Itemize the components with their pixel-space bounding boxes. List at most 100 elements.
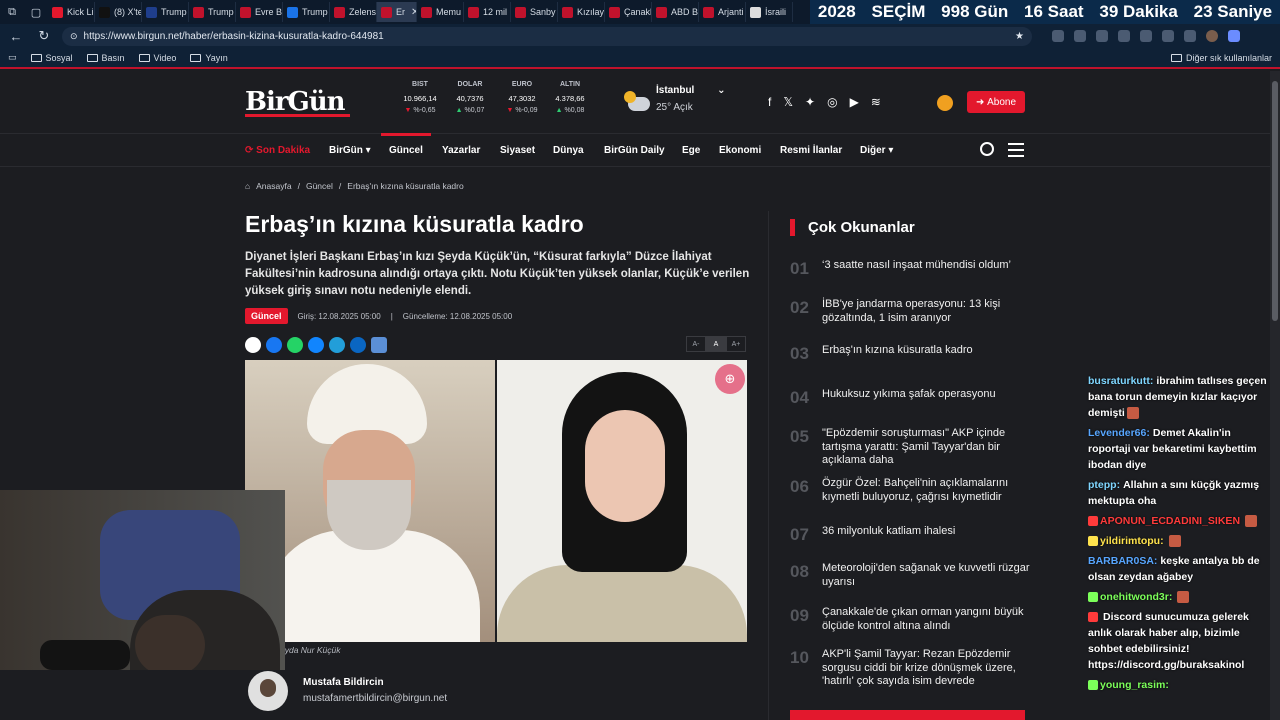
nav-diger[interactable]: Diğer ▾	[860, 145, 893, 156]
browser-tab[interactable]: Zelens	[330, 2, 377, 22]
tab-actions-icon[interactable]: ▢	[24, 0, 48, 24]
chat-username[interactable]: Levender66:	[1088, 427, 1150, 439]
breadcrumb-home[interactable]: Anasayfa	[256, 181, 291, 191]
font-normal-button[interactable]: A	[706, 336, 726, 352]
most-read-item[interactable]: 10 AKP'li Şamil Tayyar: Rezan Epözdemir s…	[790, 648, 1030, 689]
share-linkedin-icon[interactable]	[350, 337, 366, 353]
extension-icon[interactable]	[1052, 30, 1064, 42]
most-read-headline[interactable]: Özgür Özel: Bahçeli'nin açıklamalarını k…	[822, 477, 1030, 504]
extension-icon[interactable]	[1074, 30, 1086, 42]
author-email[interactable]: mustafamertbildircin@birgun.net	[303, 693, 447, 704]
site-info-icon[interactable]: ⊙	[70, 31, 78, 42]
most-read-headline[interactable]: 36 milyonluk katliam ihalesi	[822, 525, 955, 539]
browser-tab[interactable]: Çanakk	[605, 2, 652, 22]
nav-birgun-daily[interactable]: BirGün Daily	[604, 145, 665, 156]
font-decrease-button[interactable]: A-	[686, 336, 706, 352]
browser-tab[interactable]: Kick Li	[48, 2, 95, 22]
bookmark-folder-video[interactable]: Video	[138, 53, 176, 63]
browser-tab[interactable]: Trump	[142, 2, 189, 22]
most-read-item[interactable]: 09 Çanakkale'de çıkan orman yangını büyük…	[790, 606, 1030, 633]
browser-tab[interactable]: Er✕	[377, 2, 417, 22]
extension-icon[interactable]	[1118, 30, 1130, 42]
market-ticker-altin[interactable]: ALTIN 4.378,66 ▲ %0,08	[545, 81, 595, 114]
nav-ekonomi[interactable]: Ekonomi	[719, 145, 761, 156]
nav-birgun[interactable]: BirGün ▾	[329, 145, 371, 156]
author-avatar[interactable]	[248, 671, 288, 711]
bluesky-icon[interactable]: ✦	[805, 95, 815, 109]
browser-tab[interactable]: Trump	[189, 2, 236, 22]
font-increase-button[interactable]: A+	[726, 336, 746, 352]
back-icon[interactable]: ←	[6, 26, 26, 46]
browser-tab[interactable]: (8) X'te	[95, 2, 142, 22]
bookmark-folder-basin[interactable]: Basın	[86, 53, 125, 63]
nav-dunya[interactable]: Dünya	[553, 145, 584, 156]
market-ticker-bist[interactable]: BIST 10.966,14 ▼ %-0,65	[395, 81, 445, 114]
copilot-icon[interactable]	[1228, 30, 1240, 42]
most-read-headline[interactable]: AKP'li Şamil Tayyar: Rezan Epözdemir sor…	[822, 648, 1030, 689]
browser-tab[interactable]: ABD B	[652, 2, 699, 22]
site-logo[interactable]: BirGün	[245, 87, 350, 117]
most-read-item[interactable]: 03 Erbaş'ın kızına küsuratla kadro	[790, 344, 1030, 364]
chat-username[interactable]: young_rasim:	[1100, 679, 1169, 691]
rss-icon[interactable]: ≋	[871, 95, 881, 109]
most-read-headline[interactable]: ‘3 saatte nasıl inşaat mühendisi oldum’	[822, 259, 1011, 273]
share-news-icon[interactable]	[371, 337, 387, 353]
facebook-icon[interactable]: f	[768, 95, 771, 109]
nav-siyaset[interactable]: Siyaset	[500, 145, 535, 156]
other-bookmarks[interactable]: Diğer sık kullanılanlar	[1170, 53, 1272, 63]
nav-guncel[interactable]: Güncel	[381, 133, 431, 156]
author-name[interactable]: Mustafa Bildircin	[303, 677, 384, 688]
page-scrollbar[interactable]	[1270, 71, 1280, 720]
browser-tab[interactable]: İsraili	[746, 2, 793, 22]
nav-yazarlar[interactable]: Yazarlar	[442, 145, 480, 156]
most-read-item[interactable]: 01 ‘3 saatte nasıl inşaat mühendisi oldum…	[790, 259, 1030, 279]
extension-icon[interactable]	[1162, 30, 1174, 42]
browser-tab[interactable]: Arjanti	[699, 2, 746, 22]
chat-username[interactable]: BARBAR0SA:	[1088, 555, 1157, 567]
most-read-headline[interactable]: Erbaş'ın kızına küsuratla kadro	[822, 344, 973, 358]
instagram-icon[interactable]: ◎	[827, 95, 837, 109]
bookmark-menu-icon[interactable]: ▭	[8, 52, 17, 63]
profile-avatar[interactable]	[1206, 30, 1218, 42]
share-facebook-icon[interactable]	[266, 337, 282, 353]
chat-username[interactable]: onehitwond3r:	[1100, 591, 1172, 603]
favorites-icon[interactable]	[1184, 30, 1196, 42]
bookmark-folder-yayin[interactable]: Yayın	[190, 53, 228, 63]
most-read-headline[interactable]: Hukuksuz yıkıma şafak operasyonu	[822, 388, 996, 402]
most-read-item[interactable]: 08 Meteoroloji'den sağanak ve kuvvetli rü…	[790, 562, 1030, 589]
most-read-item[interactable]: 07 36 milyonluk katliam ihalesi	[790, 525, 1030, 545]
weather-widget[interactable]: İstanbul ⌄ 25° Açık	[624, 85, 726, 113]
browser-tab[interactable]: 12 mil	[464, 2, 511, 22]
chat-username[interactable]: APONUN_ECDADINI_SIKEN	[1100, 515, 1240, 527]
extension-icon[interactable]	[1096, 30, 1108, 42]
browser-menu-icon[interactable]: ⧉	[0, 0, 24, 24]
browser-tab[interactable]: Memu	[417, 2, 464, 22]
chevron-down-icon[interactable]: ⌄	[717, 85, 725, 96]
theme-toggle-icon[interactable]	[937, 95, 953, 111]
most-read-headline[interactable]: Çanakkale'de çıkan orman yangını büyük ö…	[822, 606, 1030, 633]
breadcrumb-category[interactable]: Güncel	[306, 181, 333, 191]
chat-username[interactable]: ptepp:	[1088, 479, 1120, 491]
hamburger-menu-icon[interactable]	[1008, 143, 1024, 161]
share-bluesky-icon[interactable]	[308, 337, 324, 353]
category-badge[interactable]: Güncel	[245, 308, 288, 324]
reload-icon[interactable]: ↻	[34, 26, 54, 46]
favorite-star-icon[interactable]: ★	[1015, 31, 1024, 42]
share-whatsapp-icon[interactable]	[287, 337, 303, 353]
extension-icon[interactable]	[1140, 30, 1152, 42]
browser-tab[interactable]: Trump	[283, 2, 330, 22]
chat-username[interactable]: busraturkutt:	[1088, 375, 1153, 387]
most-read-item[interactable]: 02 İBB'ye jandarma operasyonu: 13 kişi gö…	[790, 298, 1030, 325]
most-read-headline[interactable]: Meteoroloji'den sağanak ve kuvvetli rüzg…	[822, 562, 1030, 589]
nav-ege[interactable]: Ege	[682, 145, 700, 156]
browser-tab[interactable]: Kızılay	[558, 2, 605, 22]
bookmark-folder-sosyal[interactable]: Sosyal	[30, 53, 73, 63]
most-read-item[interactable]: 04 Hukuksuz yıkıma şafak operasyonu	[790, 388, 1030, 408]
nav-resmi-ilanlar[interactable]: Resmi İlanlar	[780, 145, 842, 156]
share-telegram-icon[interactable]	[329, 337, 345, 353]
url-field[interactable]: ⊙ https://www.birgun.net/haber/erbasin-k…	[62, 26, 1032, 46]
market-ticker-dolar[interactable]: DOLAR 40,7376 ▲ %0,07	[445, 81, 495, 114]
most-read-item[interactable]: 06 Özgür Özel: Bahçeli'nin açıklamalarını…	[790, 477, 1030, 504]
article-image[interactable]: ⊕	[245, 360, 747, 642]
most-read-headline[interactable]: "Epözdemir soruşturması" AKP içinde tart…	[822, 427, 1030, 468]
